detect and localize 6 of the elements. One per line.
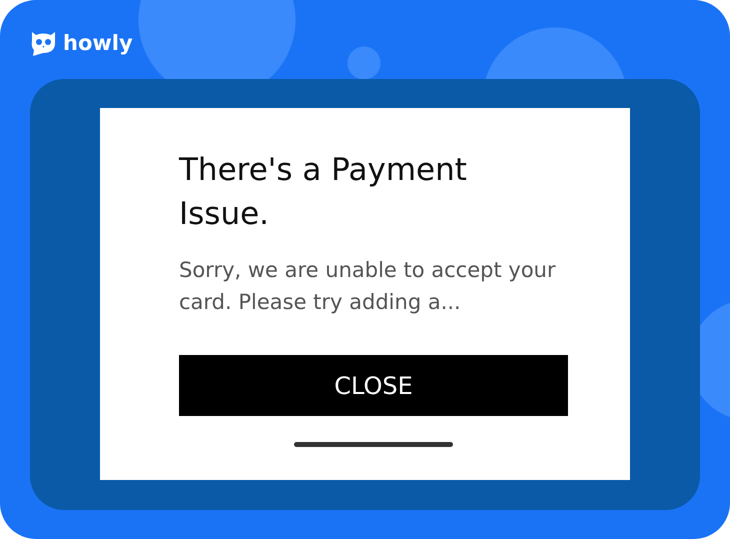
dialog-message: Sorry, we are unable to accept your card. Please try adding a... xyxy=(179,257,557,316)
dialog-title: There's a Payment Issue. xyxy=(179,151,468,234)
brand-name: howly xyxy=(63,31,133,55)
close-button[interactable]: CLOSE xyxy=(179,355,568,416)
home-indicator[interactable] xyxy=(294,442,453,447)
owl-logo-icon xyxy=(30,29,57,57)
